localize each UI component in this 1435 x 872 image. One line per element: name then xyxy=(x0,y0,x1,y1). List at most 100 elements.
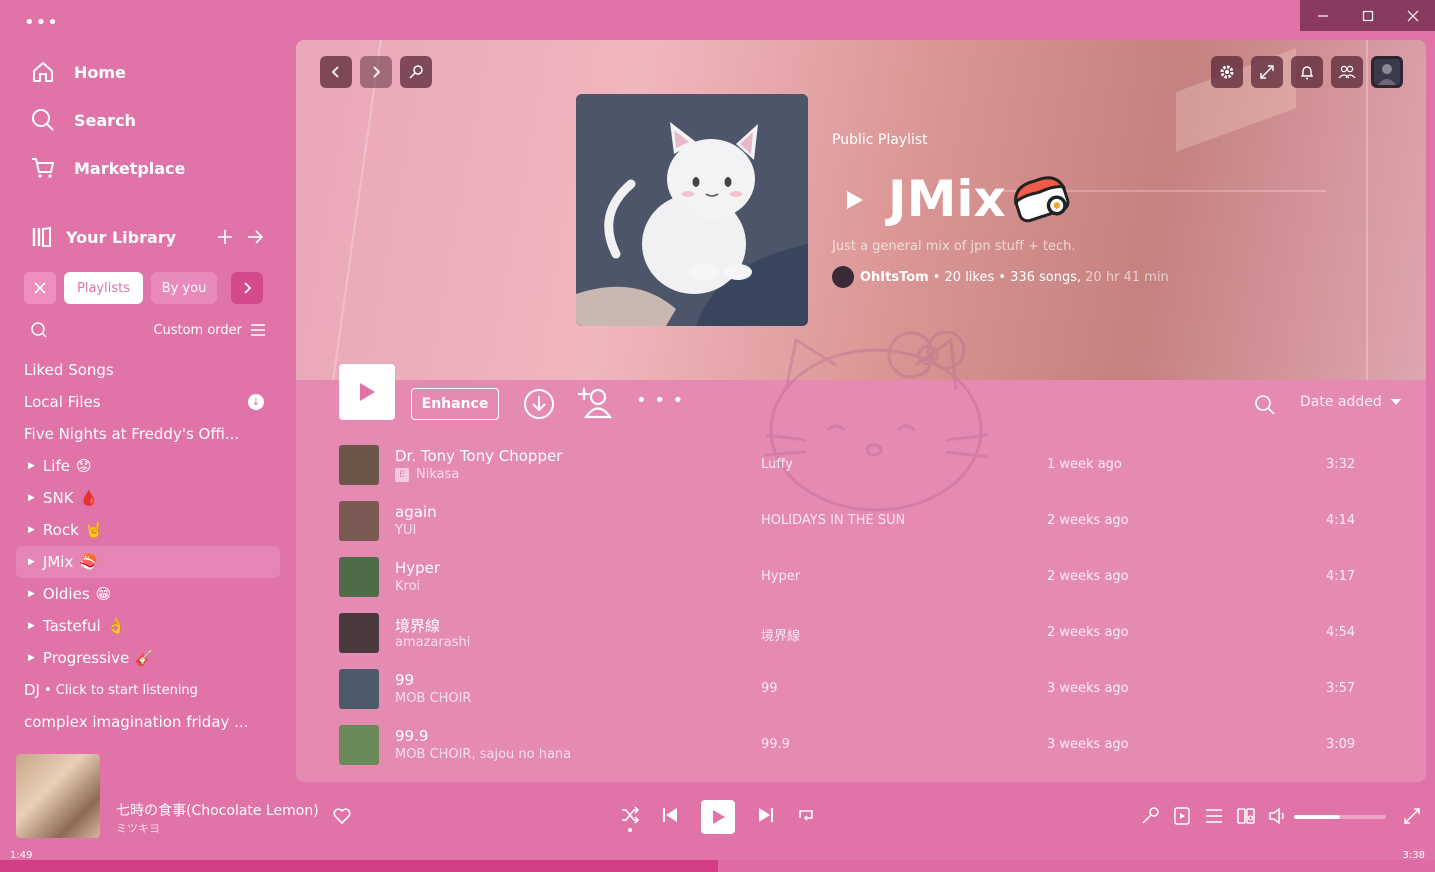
play-pause-button[interactable] xyxy=(701,800,735,834)
track-title[interactable]: Hyper xyxy=(395,559,440,577)
friend-activity-button[interactable] xyxy=(1331,56,1363,88)
clear-filter-button[interactable] xyxy=(24,272,56,304)
back-button[interactable] xyxy=(320,56,352,88)
track-artist[interactable]: MOB CHOIR xyxy=(395,691,471,706)
track-title[interactable]: 99.9 xyxy=(395,727,428,745)
now-playing-view-icon[interactable] xyxy=(1172,806,1192,826)
caret-right-icon: ▶ xyxy=(28,589,35,599)
more-options-icon[interactable]: • • • xyxy=(636,390,684,411)
library-item-label: Oldies xyxy=(42,585,90,603)
expand-arrow-icon[interactable] xyxy=(240,222,270,252)
track-title[interactable]: 99 xyxy=(395,671,414,689)
track-album[interactable]: Hyper xyxy=(761,569,800,584)
track-title[interactable]: again xyxy=(395,503,437,521)
track-artist[interactable]: Kroi xyxy=(395,579,420,594)
track-artist-line: E Nikasa xyxy=(395,467,459,482)
library-title[interactable]: Your Library xyxy=(66,228,210,247)
library-folder-progressive[interactable]: ▶ Progressive 🎸 xyxy=(16,642,280,674)
forward-button[interactable] xyxy=(360,56,392,88)
track-row[interactable]: Dr. Tony Tony Chopper E Nikasa Luffy 1 we… xyxy=(296,440,1426,496)
progress-fill xyxy=(0,860,718,872)
user-avatar[interactable] xyxy=(1371,56,1403,88)
track-row[interactable]: again YUI HOLIDAYS IN THE SUN 2 weeks ag… xyxy=(296,496,1426,552)
fullscreen-icon[interactable] xyxy=(1402,806,1422,826)
progress-bar[interactable] xyxy=(0,860,1435,872)
track-artist[interactable]: amazarashi xyxy=(395,635,470,650)
track-row[interactable]: 99 MOB CHOIR 99 3 weeks ago 3:57 xyxy=(296,664,1426,720)
library-item-liked-songs[interactable]: Liked Songs xyxy=(16,354,280,386)
track-row[interactable]: Hyper Kroi Hyper 2 weeks ago 4:17 xyxy=(296,552,1426,608)
track-row[interactable]: 境界線 amazarashi 境界線 2 weeks ago 4:54 xyxy=(296,608,1426,664)
repeat-button[interactable] xyxy=(795,804,817,826)
connect-device-icon[interactable] xyxy=(1236,806,1256,826)
nav-marketplace[interactable]: Marketplace xyxy=(30,151,185,185)
sort-dropdown[interactable]: Date added xyxy=(1300,394,1402,410)
library-item-complex-imagination[interactable]: complex imagination friday ... xyxy=(16,706,280,738)
track-album[interactable]: 境界線 xyxy=(761,625,800,644)
owner-avatar[interactable] xyxy=(832,266,854,288)
nav-search[interactable]: Search xyxy=(30,103,136,137)
track-artist[interactable]: Nikasa xyxy=(416,467,459,482)
download-icon[interactable] xyxy=(523,388,555,420)
track-date-added: 1 week ago xyxy=(1047,457,1122,472)
caret-down-icon xyxy=(1390,399,1401,405)
track-title[interactable]: Dr. Tony Tony Chopper xyxy=(395,447,562,465)
now-playing-cover[interactable] xyxy=(16,754,100,838)
library-folder-snk[interactable]: ▶ SNK 🩸 xyxy=(16,482,280,514)
nav-home[interactable]: Home xyxy=(30,55,126,89)
add-icon[interactable] xyxy=(210,222,240,252)
filter-playlists[interactable]: Playlists xyxy=(64,272,143,304)
nav-home-label: Home xyxy=(74,62,126,82)
sidebar: Home Search Marketplace Your Library Pla… xyxy=(0,40,290,750)
filter-by-you[interactable]: By you xyxy=(151,272,217,304)
library-folder-oldies[interactable]: ▶ Oldies 😁 xyxy=(16,578,280,610)
library-sort[interactable]: Custom order xyxy=(153,323,242,338)
library-item-local-files[interactable]: Local Files ↓ xyxy=(16,386,280,418)
volume-slider[interactable] xyxy=(1294,815,1386,819)
play-icon xyxy=(713,810,725,824)
filter-scroll-right-button[interactable] xyxy=(231,272,263,304)
search-icon[interactable] xyxy=(1254,394,1276,416)
track-artist[interactable]: YUI xyxy=(395,523,416,538)
app-menu-icon[interactable]: ••• xyxy=(24,12,59,33)
enhance-button[interactable]: Enhance xyxy=(411,388,499,420)
fullscreen-button[interactable] xyxy=(1251,56,1283,88)
owner-name[interactable]: OhItsTom xyxy=(860,270,929,285)
volume-icon[interactable] xyxy=(1268,806,1288,826)
now-playing-artist[interactable]: ミツキヨ xyxy=(116,820,160,836)
notifications-button[interactable] xyxy=(1291,56,1323,88)
add-user-icon[interactable] xyxy=(578,384,614,420)
track-album[interactable]: HOLIDAYS IN THE SUN xyxy=(761,513,905,528)
library-folder-tasteful[interactable]: ▶ Tasteful 👌 xyxy=(16,610,280,642)
list-icon[interactable] xyxy=(250,323,266,337)
search-icon[interactable] xyxy=(30,321,48,339)
next-button[interactable] xyxy=(755,804,777,826)
minimize-icon[interactable] xyxy=(1300,0,1345,31)
track-album[interactable]: 99 xyxy=(761,681,778,696)
library-item-emoji: 🍣 xyxy=(79,553,99,571)
play-icon[interactable] xyxy=(842,188,866,212)
track-album[interactable]: Luffy xyxy=(761,457,793,472)
settings-button[interactable] xyxy=(1211,56,1243,88)
library-item-label: Local Files xyxy=(24,393,101,411)
library-folder-rock[interactable]: ▶ Rock 🤘 xyxy=(16,514,280,546)
heart-icon[interactable] xyxy=(332,806,352,826)
quick-search-button[interactable] xyxy=(400,56,432,88)
library-header: Your Library xyxy=(30,222,270,252)
close-icon[interactable] xyxy=(1390,0,1435,31)
library-folder-life[interactable]: ▶ Life 😟 xyxy=(16,450,280,482)
play-button[interactable] xyxy=(339,364,395,420)
queue-icon[interactable] xyxy=(1204,806,1224,826)
library-item-dj[interactable]: DJ • Click to start listening xyxy=(16,674,280,706)
library-folder-jmix[interactable]: ▶ JMix 🍣 xyxy=(16,546,280,578)
skip-back-icon xyxy=(663,808,677,822)
shuffle-button[interactable] xyxy=(619,804,641,826)
maximize-icon[interactable] xyxy=(1345,0,1390,31)
volume-level xyxy=(1294,815,1340,819)
now-playing-title[interactable]: 七時の食事(Chocolate Lemon) xyxy=(116,800,319,820)
search-icon xyxy=(32,109,54,131)
previous-button[interactable] xyxy=(659,804,681,826)
track-title[interactable]: 境界線 xyxy=(395,615,440,636)
lyrics-icon[interactable] xyxy=(1140,806,1160,826)
library-item-fnaf[interactable]: Five Nights at Freddy's Offi... xyxy=(16,418,280,450)
